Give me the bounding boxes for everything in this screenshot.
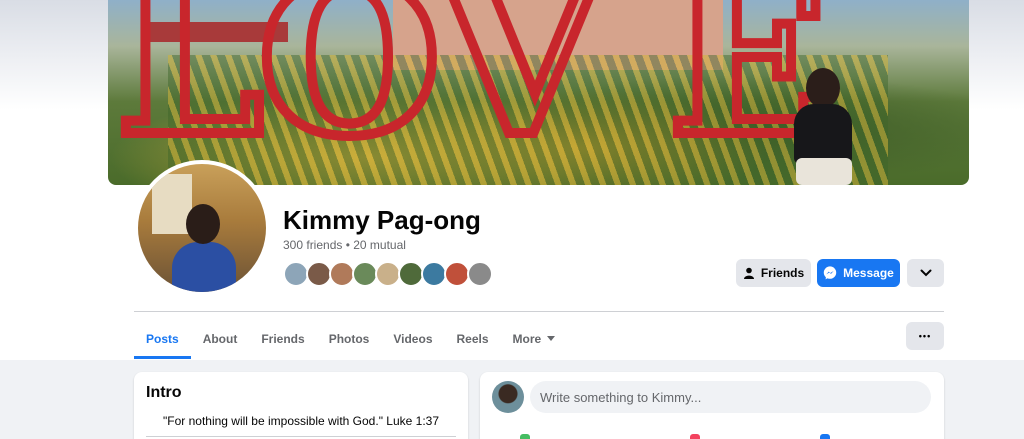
photo-video-icon[interactable] [690,434,700,439]
composer-avatar[interactable] [492,381,524,413]
caret-down-icon [547,335,556,341]
friends-summary[interactable]: 300 friends • 20 mutual [283,238,406,252]
intro-title: Intro [146,384,182,401]
messenger-icon [823,266,837,280]
cover-letter: L [111,0,269,183]
more-actions-button[interactable] [907,259,944,287]
profile-name: Kimmy Pag-ong [283,205,481,235]
live-video-icon[interactable] [520,434,530,439]
tab-friends[interactable]: Friends [249,318,316,359]
header-divider [134,311,944,312]
person-icon [743,267,754,279]
profile-options-button[interactable]: ••• [906,322,944,350]
tab-photos[interactable]: Photos [317,318,382,359]
cover-photo[interactable]: L O V E [108,0,969,185]
cover-letter: V [433,0,606,183]
profile-tabs: Posts About Friends Photos Videos Reels … [134,318,567,359]
intro-divider [146,436,456,437]
chevron-down-icon [920,269,931,277]
mutual-friends-avatars[interactable] [283,261,493,287]
intro-bio: "For nothing will be impossible with God… [163,414,439,428]
message-button[interactable]: Message [817,259,900,287]
tab-about[interactable]: About [191,318,250,359]
friends-button[interactable]: Friends [736,259,811,287]
intro-card: Intro "For nothing will be impossible wi… [134,372,468,439]
tag-friends-icon[interactable] [820,434,830,439]
tab-reels[interactable]: Reels [445,318,501,359]
composer-input[interactable]: Write something to Kimmy... [530,381,931,413]
tab-videos[interactable]: Videos [381,318,444,359]
cover-letter: O [253,0,446,183]
profile-avatar[interactable] [134,160,270,296]
cover-person [788,68,858,185]
message-button-label: Message [843,266,894,280]
dots-icon: ••• [918,331,932,341]
post-composer: Write something to Kimmy... [480,372,944,439]
tab-posts[interactable]: Posts [134,318,191,359]
mutual-friend-avatar[interactable] [467,261,493,287]
tab-more[interactable]: More [501,318,568,359]
friends-button-label: Friends [760,266,805,280]
